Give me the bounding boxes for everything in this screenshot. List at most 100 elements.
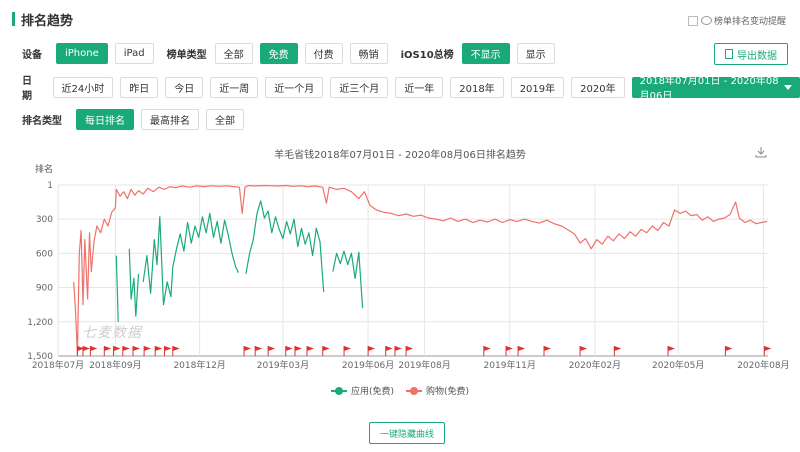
chart-type-grossing[interactable]: 畅销 (349, 43, 388, 64)
flag-marker (82, 346, 90, 351)
flag-marker (543, 346, 551, 351)
flag-marker (368, 346, 376, 351)
date-option-week[interactable]: 近一周 (210, 76, 259, 98)
rank-trend-chart: 排名13006009001,2001,5002018年07月 2018年09月 20… (27, 163, 789, 371)
series-line-shopping (73, 184, 768, 356)
flag-marker (406, 346, 414, 351)
date-option-2020[interactable]: 2020年 (571, 76, 625, 98)
date-option-month[interactable]: 近一个月 (265, 76, 324, 98)
x-tick-label: 2019年06月 (342, 359, 394, 371)
rank-type-all[interactable]: 全部 (206, 109, 244, 130)
legend-item-shopping[interactable]: 购物(免费) (406, 384, 469, 397)
export-data-button[interactable]: 导出数据 (714, 43, 788, 65)
date-option-24h[interactable]: 近24小时 (52, 76, 114, 98)
y-tick-label: 1,200 (27, 318, 53, 328)
chart-title: 羊毛省钱2018年07月01日 - 2020年08月06日排名趋势 (274, 150, 526, 161)
series-line-app (115, 255, 119, 322)
flag-marker (113, 346, 121, 351)
flag-marker (725, 346, 733, 351)
flag-marker (285, 346, 293, 351)
ios10-show[interactable]: 显示 (516, 43, 555, 64)
export-label: 导出数据 (737, 50, 777, 62)
series-line-app (332, 250, 364, 309)
x-tick-label: 2018年09月 (89, 359, 141, 371)
chart-type-free[interactable]: 免费 (259, 43, 298, 64)
flag-marker (294, 346, 302, 351)
flag-marker (764, 346, 772, 351)
date-range-text: 2018年07月01日 - 2020年08月06日 (639, 76, 779, 102)
flag-marker (394, 346, 402, 351)
x-tick-label: 2020年08月 (737, 359, 789, 371)
y-axis-label: 排名 (35, 163, 53, 175)
y-tick-label: 600 (36, 249, 53, 259)
device-option-iphone[interactable]: iPhone (56, 43, 108, 64)
device-option-ipad[interactable]: iPad (114, 43, 154, 64)
download-icon[interactable] (755, 146, 767, 158)
chart-type-all[interactable]: 全部 (214, 43, 253, 64)
date-option-year[interactable]: 近一年 (395, 76, 444, 98)
watermark-logo: 七麦数据 (82, 325, 142, 341)
flag-marker (614, 346, 622, 351)
flag-marker (668, 346, 676, 351)
flag-marker (122, 346, 130, 351)
flag-marker (385, 346, 393, 351)
wechat-icon (700, 16, 712, 25)
rank-type-highest[interactable]: 最高排名 (141, 109, 199, 130)
rank-type-daily[interactable]: 每日排名 (76, 109, 134, 130)
date-option-2019[interactable]: 2019年 (510, 76, 565, 98)
flag-marker (144, 346, 152, 351)
series-line-app (142, 212, 240, 306)
hide-curves-button[interactable]: 一键隐藏曲线 (369, 422, 446, 444)
x-tick-label: 2019年11月 (484, 359, 536, 371)
flag-marker (104, 346, 112, 351)
flag-marker (132, 346, 140, 351)
flag-marker (244, 346, 252, 351)
flag-marker (268, 346, 276, 351)
ranking-alert-toggle[interactable]: 榜单排名变动提醒 (687, 14, 786, 27)
x-tick-label: 2020年05月 (652, 359, 704, 371)
series-line-app (128, 248, 140, 317)
flag-marker (307, 346, 315, 351)
flag-marker (164, 346, 172, 351)
date-label: 日期 (22, 76, 32, 102)
flag-marker (172, 346, 180, 351)
legend-label-app: 应用(免费) (350, 387, 394, 397)
alert-checkbox[interactable] (687, 15, 698, 26)
chart-type-label: 榜单类型 (166, 50, 207, 61)
filter-row-rank-type: 排名类型 每日排名 最高排名 全部 (22, 109, 251, 130)
x-tick-label: 2018年12月 (173, 359, 225, 371)
date-option-yesterday[interactable]: 昨日 (120, 76, 159, 98)
x-tick-label: 2020年02月 (569, 359, 621, 371)
legend-label-shopping: 购物(免费) (426, 387, 470, 397)
document-icon (725, 49, 733, 59)
date-option-today[interactable]: 今日 (165, 76, 204, 98)
page-title: 排名趋势 (21, 13, 74, 29)
y-tick-label: 1 (47, 181, 53, 191)
ios10-label: iOS10总榜 (400, 50, 454, 61)
caret-down-icon (784, 84, 792, 90)
flag-marker (155, 346, 163, 351)
x-tick-label: 2019年03月 (257, 359, 309, 371)
flag-marker (518, 346, 526, 351)
x-tick-label: 2019年08月 (398, 359, 450, 371)
date-option-3months[interactable]: 近三个月 (330, 76, 389, 98)
flag-marker (580, 346, 588, 351)
flag-marker (322, 346, 330, 351)
filter-row-date: 日期 近24小时 昨日 今日 近一周 近一个月 近三个月 近一年 2018年 2… (22, 72, 800, 102)
flag-marker (255, 346, 263, 351)
page-header: 排名趋势 (12, 10, 74, 29)
ios10-hide[interactable]: 不显示 (461, 43, 510, 64)
device-label: 设备 (22, 50, 42, 61)
filter-row-device: 设备 iPhone iPad 榜单类型 全部 免费 付费 畅销 iOS10总榜 … (22, 43, 562, 64)
y-tick-label: 300 (36, 215, 53, 225)
chart-legend: 应用(免费) 购物(免费) (0, 384, 800, 397)
date-option-2018[interactable]: 2018年 (450, 76, 504, 98)
date-range-picker[interactable]: 2018年07月01日 - 2020年08月06日 (631, 76, 800, 102)
flag-marker (483, 346, 491, 351)
x-tick-label: 2018年07月 (32, 359, 84, 371)
title-accent-bar (12, 12, 15, 26)
rank-type-label: 排名类型 (22, 116, 62, 127)
legend-item-app[interactable]: 应用(免费) (330, 384, 394, 397)
flag-marker (344, 346, 352, 351)
chart-type-paid[interactable]: 付费 (304, 43, 343, 64)
